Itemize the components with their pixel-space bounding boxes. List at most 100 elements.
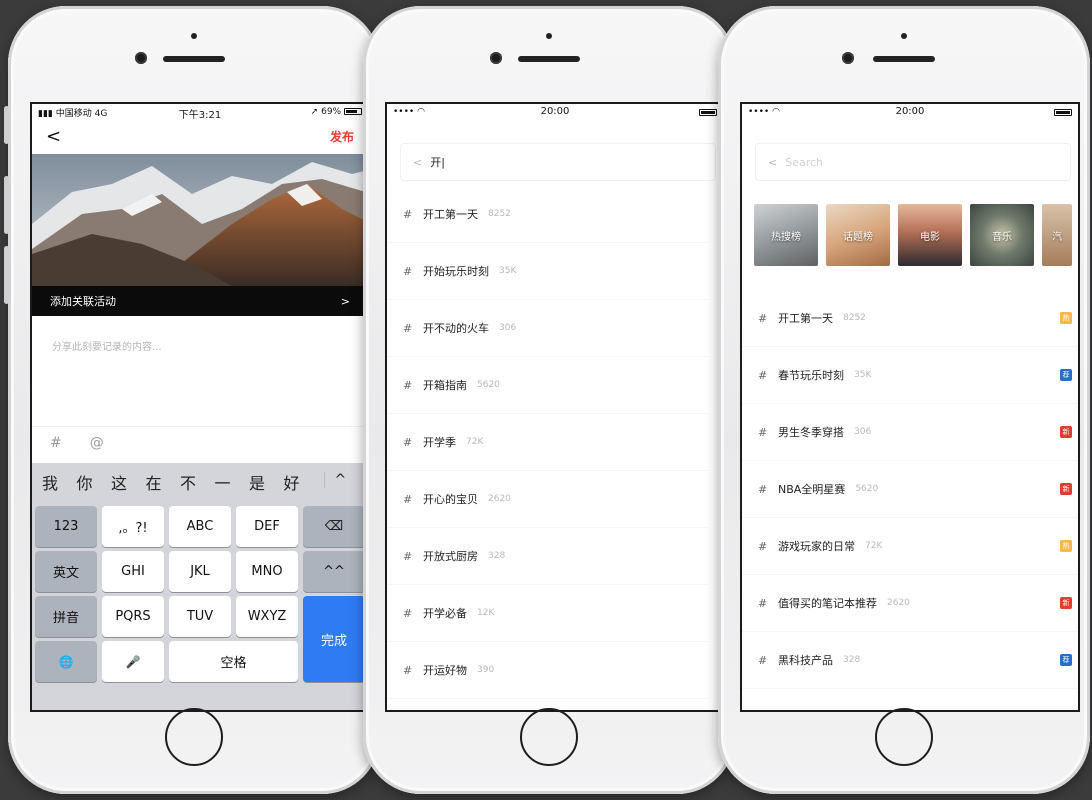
screen: ▮▮▮ 中国移动 4G 下午3:21 ➚ 69% < 发布 添加关联活动 > 分…	[30, 102, 370, 712]
candidate-word[interactable]: 一	[215, 470, 250, 494]
candidate-word[interactable]: 不	[180, 470, 215, 494]
chevron-right-icon: >	[340, 294, 350, 308]
topic-count: 390	[477, 665, 495, 675]
search-input[interactable]: < Search	[756, 144, 1070, 180]
list-item[interactable]: # 黑科技产品 328 荐	[742, 632, 1078, 689]
list-item[interactable]: # 开工第一天 8252 热	[742, 290, 1078, 347]
hashtag-icon: #	[403, 663, 413, 677]
side-button	[4, 106, 9, 144]
trending-topic-list: # 开工第一天 8252 热 # 春节玩乐时刻 35K 荐 # 男生冬季穿搭 3…	[742, 290, 1078, 689]
list-item[interactable]: # 开学季 72K	[387, 414, 709, 471]
list-item[interactable]: # 开学必备 12K	[387, 585, 709, 642]
category-movies[interactable]: 电影	[898, 204, 962, 266]
list-item[interactable]: # 开始玩乐时刻 35K	[387, 243, 709, 300]
list-item[interactable]: # 值得买的笔记本推荐 2620 新	[742, 575, 1078, 632]
list-item[interactable]: # NBA全明星赛 5620 新	[742, 461, 1078, 518]
search-back-icon[interactable]: <	[768, 156, 777, 169]
category-hot-search[interactable]: 热搜榜	[754, 204, 818, 266]
topic-count: 35K	[499, 266, 517, 276]
key-ghi[interactable]: GHI	[102, 551, 164, 592]
candidate-word[interactable]: 我	[42, 470, 77, 494]
emoticon-key[interactable]: ^^	[303, 551, 365, 592]
key-jkl[interactable]: JKL	[169, 551, 231, 592]
back-button[interactable]: <	[46, 126, 61, 147]
hot-badge: 热	[1060, 540, 1072, 552]
topic-name: 男生冬季穿搭	[778, 426, 844, 439]
key-def[interactable]: DEF	[236, 506, 298, 547]
microphone-icon[interactable]: 🎤	[102, 641, 164, 682]
topic-count: 328	[488, 551, 506, 561]
space-key[interactable]: 空格	[169, 641, 298, 682]
key-mno[interactable]: MNO	[236, 551, 298, 592]
list-item[interactable]: # 开运好物 390	[387, 642, 709, 699]
hashtag-icon: #	[403, 207, 413, 221]
candidate-word[interactable]: 你	[77, 470, 112, 494]
candidate-word[interactable]: 好	[284, 470, 319, 494]
status-time: 20:00	[895, 106, 925, 117]
hashtag-icon: #	[758, 482, 768, 496]
topic-count: 72K	[466, 437, 484, 447]
earpiece	[518, 56, 580, 62]
home-button[interactable]	[875, 708, 933, 766]
status-bar: •••• ◠ 20:00	[742, 104, 1078, 120]
list-item[interactable]: # 开不动的火车 306	[387, 300, 709, 357]
category-topics[interactable]: 话题榜	[826, 204, 890, 266]
side-button	[4, 246, 9, 304]
hashtag-button[interactable]: #	[50, 435, 62, 451]
screen: •••• ◠ 20:00 < 开| # 开工第一天 8252 # 开始玩乐时刻 …	[385, 102, 725, 712]
compose-toolbar: # @	[32, 426, 368, 458]
list-item[interactable]: # 开放式厨房 328	[387, 528, 709, 585]
topic-count: 12K	[477, 608, 495, 618]
key-pqrs[interactable]: PQRS	[102, 596, 164, 637]
key-wxyz[interactable]: WXYZ	[236, 596, 298, 637]
topic-name: 开放式厨房	[423, 550, 478, 563]
cover-image[interactable]	[32, 154, 368, 286]
search-back-icon[interactable]: <	[413, 156, 422, 169]
key-english[interactable]: 英文	[35, 551, 97, 592]
key-123[interactable]: 123	[35, 506, 97, 547]
list-item[interactable]: # 男生冬季穿搭 306 新	[742, 404, 1078, 461]
candidate-word[interactable]: 是	[249, 470, 284, 494]
candidate-word[interactable]: 这	[111, 470, 146, 494]
list-item[interactable]: # 开心的宝贝 2620	[387, 471, 709, 528]
delete-icon[interactable]: ⌫	[303, 506, 365, 547]
add-activity-row[interactable]: 添加关联活动 >	[32, 286, 368, 316]
recommend-badge: 荐	[1060, 654, 1072, 666]
key-tuv[interactable]: TUV	[169, 596, 231, 637]
phone-search-discover: •••• ◠ 20:00 < Search 热搜榜 话题榜 电影 音乐 汽 # …	[718, 6, 1090, 794]
home-button[interactable]	[165, 708, 223, 766]
proximity-sensor	[546, 33, 552, 39]
proximity-sensor	[191, 33, 197, 39]
category-label: 音乐	[992, 231, 1012, 243]
category-cars[interactable]: 汽	[1042, 204, 1072, 266]
expand-candidates-icon[interactable]: ^	[323, 472, 359, 488]
publish-button[interactable]: 发布	[330, 128, 354, 145]
done-button[interactable]: 完成	[303, 596, 365, 682]
mention-button[interactable]: @	[90, 435, 104, 451]
status-bar: •••• ◠ 20:00	[387, 104, 723, 120]
key-punctuation[interactable]: ,。?!	[102, 506, 164, 547]
list-item[interactable]: # 开工第一天 8252	[387, 186, 709, 243]
key-pinyin[interactable]: 拼音	[35, 596, 97, 637]
search-value: 开|	[430, 156, 445, 169]
category-label: 电影	[920, 231, 940, 243]
list-item[interactable]: # 游戏玩家的日常 72K 热	[742, 518, 1078, 575]
search-input[interactable]: < 开|	[401, 144, 715, 180]
category-music[interactable]: 音乐	[970, 204, 1034, 266]
status-bar: ▮▮▮ 中国移动 4G 下午3:21 ➚ 69%	[32, 104, 368, 121]
list-item[interactable]: # 春节玩乐时刻 35K 荐	[742, 347, 1078, 404]
candidate-word[interactable]: 在	[146, 470, 181, 494]
add-activity-label: 添加关联活动	[50, 295, 116, 308]
key-abc[interactable]: ABC	[169, 506, 231, 547]
topic-count: 306	[854, 427, 872, 437]
content-placeholder: 分享此刻要记录的内容...	[52, 342, 162, 353]
topic-count: 5620	[477, 380, 500, 390]
content-input[interactable]: 分享此刻要记录的内容...	[32, 316, 368, 426]
home-button[interactable]	[520, 708, 578, 766]
topic-count: 72K	[865, 541, 883, 551]
globe-icon[interactable]: 🌐	[35, 641, 97, 682]
category-label: 话题榜	[843, 231, 873, 243]
list-item[interactable]: # 开箱指南 5620	[387, 357, 709, 414]
topic-count: 328	[843, 655, 861, 665]
topic-name: 开始玩乐时刻	[423, 265, 489, 278]
